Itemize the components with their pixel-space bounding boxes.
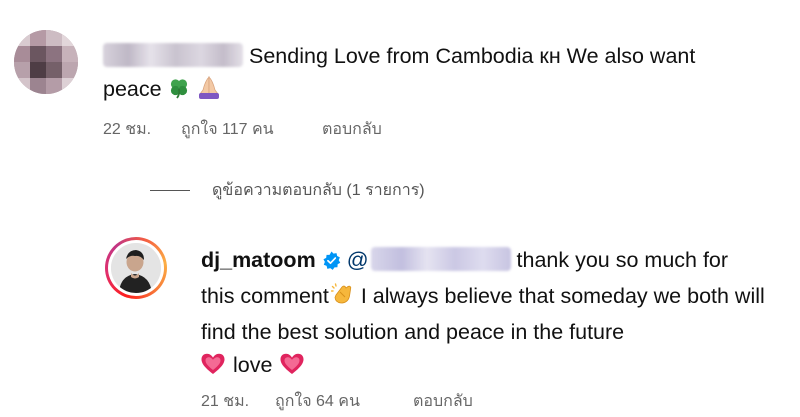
reply-avatar-story-ring[interactable] — [105, 237, 167, 299]
reply-text-4: love — [233, 353, 273, 377]
mention-prefix[interactable]: @ — [347, 248, 369, 272]
blurred-mention[interactable] — [370, 247, 511, 271]
growing-heart-icon — [201, 352, 225, 385]
comment-meta: 22 ชม. ถูกใจ 117 คน ตอบกลับ — [103, 117, 382, 142]
comment-text: Sending Love from Cambodia кн We also wa… — [249, 44, 696, 68]
reply-likes-count[interactable]: ถูกใจ 64 คน — [275, 389, 413, 414]
reply-body: dj_matoom @ thank you so much for this co… — [201, 244, 791, 385]
reply-avatar — [111, 243, 161, 293]
blurred-username[interactable] — [103, 43, 243, 67]
reply-text-2: this comment — [201, 284, 329, 308]
comment-text-cont: peace — [103, 77, 162, 101]
comment-time: 22 ชม. — [103, 121, 152, 138]
reply-time: 21 ชม. — [201, 393, 250, 410]
clapping-hands-icon — [330, 282, 355, 316]
replies-divider-line — [150, 190, 190, 191]
reply-text-1: thank you so much for — [516, 248, 729, 272]
growing-heart-icon-2 — [280, 352, 304, 385]
four-leaf-clover-icon — [168, 76, 190, 109]
folded-hands-icon — [196, 75, 222, 109]
view-replies-label: ดูข้อความตอบกลับ (1 รายการ) — [212, 182, 425, 199]
reply-username[interactable]: dj_matoom — [201, 248, 316, 272]
comment-reply-button[interactable]: ตอบกลับ — [322, 117, 382, 142]
comment-likes-count[interactable]: ถูกใจ 117 คน — [181, 117, 322, 142]
commenter-avatar[interactable] — [14, 30, 78, 94]
verified-badge-icon — [322, 247, 341, 280]
reply-reply-button[interactable]: ตอบกลับ — [413, 389, 473, 414]
reply-meta: 21 ชม. ถูกใจ 64 คน ตอบกลับ — [201, 389, 473, 414]
view-replies-toggle[interactable]: ดูข้อความตอบกลับ (1 รายการ) — [150, 178, 425, 203]
comment-body: Sending Love from Cambodia кн We also wa… — [103, 40, 793, 109]
